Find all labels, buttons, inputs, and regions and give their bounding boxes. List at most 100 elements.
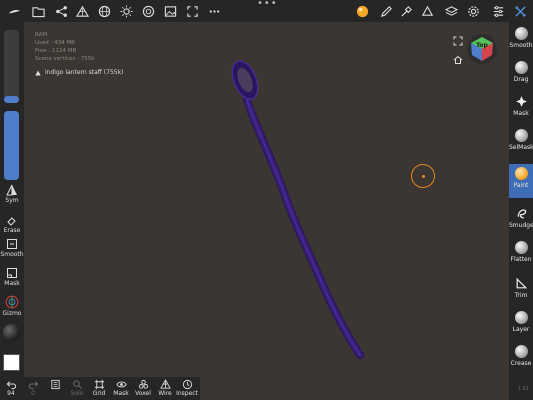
crease-brush-icon — [514, 345, 528, 358]
intensity-slider[interactable] — [4, 111, 19, 180]
undo-count: 94 — [7, 390, 15, 397]
right-toolbar: Smooth Drag Mask SelMask Paint Smudge Fl… — [509, 22, 533, 400]
more-icon[interactable] — [206, 3, 222, 19]
gizmo-button[interactable]: Gizmo — [0, 295, 24, 317]
tool-mask-label: Mask — [513, 110, 529, 117]
dots-icon[interactable] — [419, 3, 435, 19]
tool-trim-label: Trim — [514, 292, 528, 299]
topology-icon[interactable] — [74, 3, 90, 19]
inspect-button[interactable]: Inspect — [176, 379, 198, 397]
tool-layer-label: Layer — [512, 326, 530, 333]
globe-icon[interactable] — [96, 3, 112, 19]
scene-object-label: indigo lantern staff (755k) — [45, 69, 124, 76]
color-swatch[interactable] — [3, 354, 20, 371]
scene-object-row[interactable]: indigo lantern staff (755k) — [35, 69, 123, 76]
history-icon — [50, 379, 60, 390]
voxel-button[interactable]: Voxel — [132, 379, 154, 397]
brush-cursor-center — [422, 175, 425, 178]
inspect-label: Inspect — [176, 390, 198, 397]
tool-mask[interactable]: Mask — [509, 92, 533, 126]
voxel-icon — [138, 379, 148, 389]
lighting-icon[interactable] — [118, 3, 134, 19]
radius-slider-fill — [4, 96, 19, 103]
wire-label: Wire — [158, 390, 172, 397]
undo-icon — [6, 381, 16, 390]
staff-model[interactable] — [225, 55, 375, 365]
undo-button[interactable]: 94 — [0, 379, 22, 397]
image-icon[interactable] — [162, 3, 178, 19]
redo-button[interactable]: 0 — [22, 379, 44, 397]
tool-trim[interactable]: Trim — [509, 274, 533, 308]
erase-label: Erase — [3, 227, 21, 234]
ram-free: Free : 1124 MB — [35, 48, 77, 54]
paint-brush-icon — [514, 167, 528, 180]
mask-visibility-button[interactable]: Mask — [110, 379, 132, 397]
redo-count: 0 — [31, 390, 35, 397]
smooth-toggle-button[interactable]: Smooth — [0, 238, 24, 258]
paint-ball-icon[interactable] — [354, 3, 370, 19]
grid-button[interactable]: Grid — [88, 379, 110, 397]
frame-view-icon[interactable] — [453, 36, 463, 46]
tool-smudge[interactable]: Smudge — [509, 204, 533, 238]
tool-smudge-label: Smudge — [509, 222, 533, 229]
eyedropper-icon[interactable] — [398, 3, 414, 19]
tool-crease[interactable]: Crease — [509, 342, 533, 376]
tool-selmask[interactable]: SelMask — [509, 126, 533, 160]
smooth-icon — [7, 239, 17, 249]
smooth-brush-icon — [514, 27, 528, 40]
view-orientation-label: Top — [476, 42, 488, 49]
tool-layer[interactable]: Layer — [509, 308, 533, 342]
home-view-icon[interactable] — [453, 55, 463, 65]
layer-brush-icon — [514, 311, 528, 324]
version-label: 1.61 — [517, 386, 529, 392]
material-icon[interactable] — [140, 3, 156, 19]
sliders-icon[interactable] — [490, 3, 506, 19]
mask-toggle-button[interactable]: Mask — [0, 267, 24, 287]
tool-drag[interactable]: Drag — [509, 58, 533, 92]
pen-icon[interactable] — [378, 3, 394, 19]
folder-icon[interactable] — [30, 3, 46, 19]
history-button[interactable] — [44, 379, 66, 390]
solo-label: Solo — [70, 390, 84, 397]
tool-flatten-label: Flatten — [510, 256, 532, 263]
solo-button[interactable]: Solo — [66, 379, 88, 397]
mask-icon — [7, 268, 17, 278]
settings-icon[interactable] — [465, 3, 481, 19]
logo-icon[interactable] — [6, 3, 22, 19]
eye-icon — [115, 381, 127, 388]
radius-slider[interactable] — [4, 30, 19, 103]
matcap-ball-icon[interactable] — [3, 324, 20, 341]
top-toolbar: ••• — [0, 0, 533, 22]
memory-stats: RAM Used : 434 MB Free : 1124 MB Scene v… — [35, 31, 94, 63]
symmetry-icon — [6, 184, 17, 196]
expand-icon[interactable] — [184, 3, 200, 19]
bottom-toolbar: 94 0 Solo Grid Mask Voxel Wire Inspect — [0, 377, 200, 400]
mask-brush-icon — [515, 96, 527, 107]
wire-button[interactable]: Wire — [154, 379, 176, 397]
grid-label: Grid — [92, 390, 106, 397]
tool-smooth[interactable]: Smooth — [509, 24, 533, 58]
smooth-toggle-label: Smooth — [0, 251, 24, 258]
sym-button[interactable]: Sym — [0, 184, 24, 204]
tool-crease-label: Crease — [510, 360, 532, 367]
tool-paint[interactable]: Paint — [509, 164, 533, 198]
tool-smooth-label: Smooth — [509, 42, 533, 49]
navigation-cube[interactable]: Top — [467, 34, 497, 64]
solo-icon — [72, 380, 82, 389]
scene-tree-icon[interactable] — [53, 3, 69, 19]
window-menu-dots-icon[interactable]: ••• — [257, 0, 277, 9]
mask-visibility-label: Mask — [113, 390, 129, 397]
trim-icon — [516, 277, 527, 289]
sym-label: Sym — [5, 197, 19, 204]
ram-used: Used : 434 MB — [35, 40, 75, 46]
tool-flatten[interactable]: Flatten — [509, 238, 533, 272]
intensity-slider-fill — [4, 111, 19, 180]
erase-button[interactable]: Erase — [0, 214, 24, 234]
tools-icon[interactable] — [512, 3, 528, 19]
grid-icon — [94, 379, 104, 390]
tool-selmask-label: SelMask — [509, 144, 533, 151]
tool-drag-label: Drag — [513, 76, 529, 83]
layers-icon[interactable] — [443, 3, 459, 19]
tool-paint-label: Paint — [513, 182, 529, 189]
smudge-brush-icon — [517, 209, 526, 219]
